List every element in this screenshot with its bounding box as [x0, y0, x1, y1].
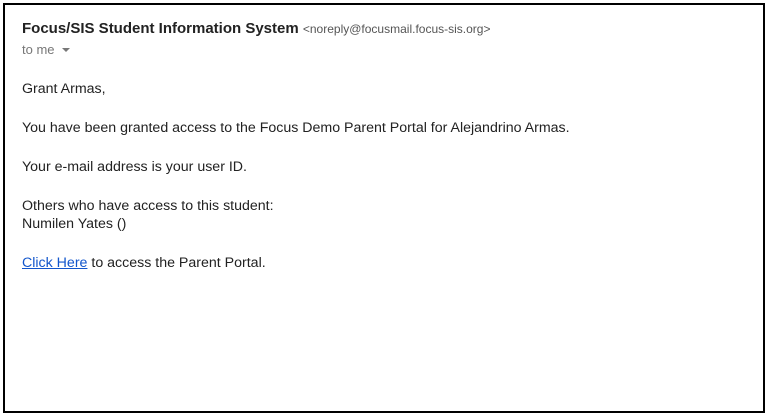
sender-name[interactable]: Focus/SIS Student Information System [22, 20, 299, 37]
email-message: Focus/SIS Student Information System <no… [3, 3, 765, 413]
recipient-label: to me [22, 42, 55, 57]
user-id-message: Your e-mail address is your user ID. [22, 159, 247, 175]
click-here-link[interactable]: Click Here [22, 255, 87, 271]
others-access-label: Others who have access to this student: [22, 198, 274, 214]
others-access-name: Numilen Yates () [22, 216, 127, 232]
access-message: You have been granted access to the Focu… [22, 120, 570, 136]
sender-email: <noreply@focusmail.focus-sis.org> [302, 22, 491, 36]
greeting-text: Grant Armas, [22, 81, 106, 97]
recipient-details-toggle[interactable]: to me [22, 41, 70, 59]
email-header: Focus/SIS Student Information System <no… [22, 19, 752, 59]
parent-portal-line: Click Here to access the Parent Portal. [22, 255, 266, 272]
chevron-down-icon[interactable] [61, 48, 70, 52]
parent-portal-suffix: to access the Parent Portal. [87, 255, 266, 271]
sender-line: Focus/SIS Student Information System <no… [22, 19, 752, 39]
